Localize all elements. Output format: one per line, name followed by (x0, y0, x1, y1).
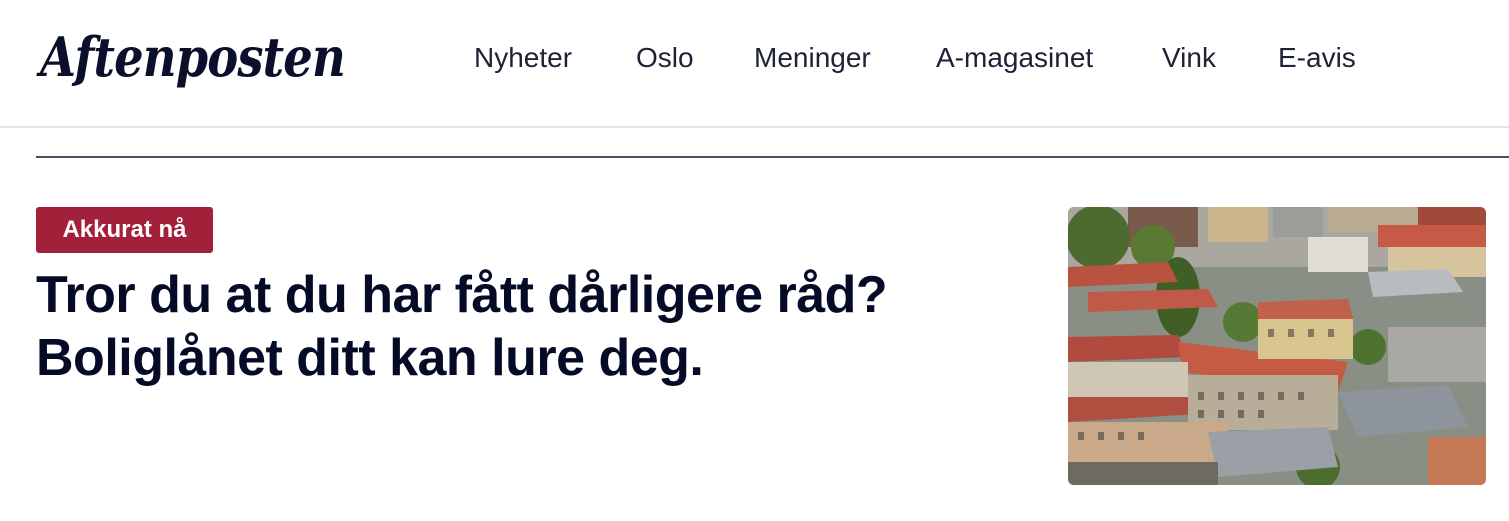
nav-item-vink[interactable]: Vink (1162, 38, 1216, 78)
nav-item-oslo[interactable]: Oslo (636, 38, 694, 78)
headline-line-2[interactable]: Boliglånet ditt kan lure deg. (36, 329, 704, 387)
nav-item-meninger[interactable]: Meninger (754, 38, 871, 78)
site-logo[interactable]: Aftenposten (40, 22, 346, 92)
nav-item-e-avis[interactable]: E-avis (1278, 38, 1356, 78)
nav-item-a-magasinet[interactable]: A-magasinet (936, 38, 1093, 78)
city-rooftops-photo (1068, 207, 1486, 485)
site-header: Aftenposten Nyheter Oslo Meninger A-maga… (0, 0, 1509, 128)
breaking-news-badge: Akkurat nå (36, 207, 213, 253)
nav-item-nyheter[interactable]: Nyheter (474, 38, 572, 78)
article-image[interactable] (1068, 207, 1486, 485)
headline-line-1[interactable]: Tror du at du har fått dårligere råd? (36, 266, 888, 324)
section-divider (36, 156, 1509, 158)
article-headline[interactable]: Tror du at du har fått dårligere råd? Bo… (36, 264, 1036, 390)
